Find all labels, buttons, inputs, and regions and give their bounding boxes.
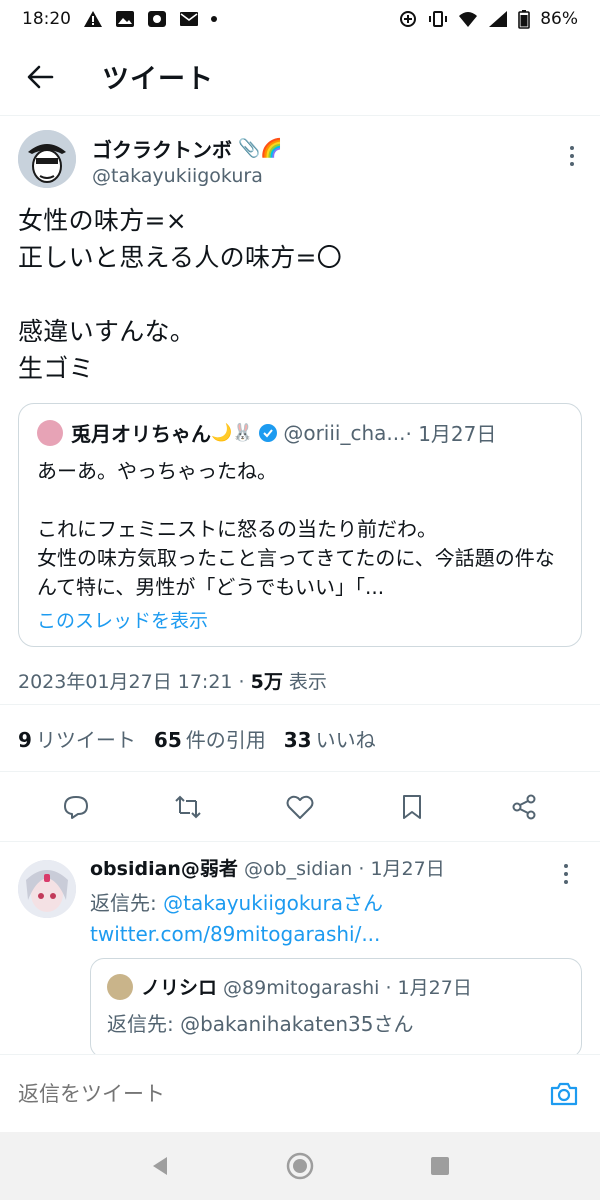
timestamp-text: 2023年01月27日 17:21 · bbox=[18, 671, 251, 693]
show-thread-link[interactable]: このスレッドを表示 bbox=[37, 606, 563, 633]
more-dot-icon bbox=[564, 880, 568, 884]
reply-quote-text: 返信先: @bakanihakaten35さん bbox=[107, 1012, 414, 1036]
reply-compose-input[interactable] bbox=[18, 1081, 546, 1106]
camera-button[interactable] bbox=[546, 1076, 582, 1112]
author-row: ゴクラクトンボ 📎🌈 @takayukiigokura bbox=[18, 130, 584, 194]
system-nav-bar bbox=[0, 1132, 600, 1200]
reply-quote-header: ノリシロ @89mitogarashi · 1月27日 bbox=[107, 973, 565, 1000]
bookmark-icon bbox=[403, 794, 421, 819]
more-dot-icon bbox=[570, 162, 574, 166]
battery-percent: 86% bbox=[540, 9, 578, 29]
quotes-count: 65 bbox=[153, 727, 182, 752]
reply-to: 返信先: @takayukiigokuraさん bbox=[90, 887, 584, 916]
nav-back-icon bbox=[153, 1157, 167, 1175]
nav-home-button[interactable] bbox=[280, 1146, 320, 1186]
nav-back-button[interactable] bbox=[140, 1146, 180, 1186]
more-options-button[interactable] bbox=[560, 144, 584, 168]
display-name[interactable]: ゴクラクトンボ 📎🌈 bbox=[92, 134, 283, 163]
retweets-stat[interactable]: 9 リツイート bbox=[18, 724, 136, 753]
more-dot-icon bbox=[570, 154, 574, 158]
reply-header: obsidian@弱者 @ob_sidian · 1月27日 bbox=[90, 854, 584, 881]
quoted-name-emoji: 🌙🐰 bbox=[211, 422, 254, 443]
avatar-illustration bbox=[18, 130, 76, 188]
retweets-count: 9 bbox=[18, 727, 32, 752]
reply-handle: @ob_sidian · 1月27日 bbox=[243, 858, 445, 880]
reply-avatar[interactable] bbox=[18, 860, 76, 918]
quoted-text: あーあ。やっちゃったね。 これにフェミニストに怒るの当たり前だわ。 女性の味方気… bbox=[37, 459, 555, 599]
more-dot-icon bbox=[564, 864, 568, 868]
compose-bar bbox=[0, 1054, 600, 1132]
header: ツイート bbox=[0, 38, 600, 116]
retweet-icon bbox=[175, 795, 201, 818]
camera-icon bbox=[550, 1082, 578, 1105]
page-title: ツイート bbox=[102, 64, 214, 95]
tweet-stats: 9 リツイート 65 件の引用 33 いいね bbox=[0, 704, 600, 772]
quoted-tweet-header: 兎月オリちゃん 🌙🐰 @oriii_cha... · 1月27日 bbox=[37, 418, 563, 447]
status-time: 18:20 bbox=[22, 9, 71, 29]
action-bar bbox=[0, 772, 600, 842]
status-bar: 18:20 86% bbox=[0, 0, 600, 38]
nav-recents-button[interactable] bbox=[420, 1146, 460, 1186]
reply-display-name[interactable]: obsidian@弱者 bbox=[90, 854, 238, 881]
warning-icon bbox=[84, 11, 102, 27]
nav-recents-icon bbox=[431, 1157, 449, 1175]
quotes-label: 件の引用 bbox=[185, 727, 266, 752]
views-label: 表示 bbox=[282, 671, 327, 693]
reply-url-link[interactable]: twitter.com/89mitogarashi/... bbox=[90, 922, 584, 946]
quoted-tweet[interactable]: 兎月オリちゃん 🌙🐰 @oriii_cha... · 1月27日 あーあ。やっち… bbox=[18, 403, 582, 647]
wifi-icon bbox=[459, 12, 478, 27]
dot-icon bbox=[211, 16, 217, 22]
more-dot-icon bbox=[564, 872, 568, 876]
timestamp: 2023年01月27日 17:21 · 5万 表示 bbox=[18, 667, 584, 694]
reply-tweet[interactable]: obsidian@弱者 @ob_sidian · 1月27日 返信先: @tak… bbox=[18, 854, 584, 1058]
share-icon bbox=[512, 794, 536, 819]
like-icon bbox=[286, 795, 314, 819]
reply-quoted-tweet[interactable]: ノリシロ @89mitogarashi · 1月27日 返信先: @bakani… bbox=[90, 958, 582, 1058]
verified-badge-icon bbox=[259, 423, 278, 442]
reply-quote-handle: @89mitogarashi · 1月27日 bbox=[223, 977, 472, 999]
quoted-date: · 1月27日 bbox=[405, 422, 497, 446]
likes-label: いいね bbox=[315, 727, 376, 752]
battery-icon bbox=[518, 10, 531, 29]
reply-button[interactable] bbox=[56, 787, 96, 827]
name-emoji: 📎🌈 bbox=[238, 138, 283, 159]
retweets-label: リツイート bbox=[35, 727, 136, 752]
tweet-text: 女性の味方=× 正しいと思える人の味方=〇 感違いすんな。 生ゴミ bbox=[18, 206, 343, 383]
mail-icon bbox=[180, 12, 198, 26]
vibrate-icon bbox=[429, 11, 448, 27]
views-count: 5万 bbox=[250, 671, 283, 693]
reply-quote-avatar bbox=[107, 973, 133, 1000]
reply-more-options-button[interactable] bbox=[554, 862, 578, 886]
avatar[interactable] bbox=[18, 130, 76, 188]
signal-icon bbox=[489, 11, 508, 27]
quoted-display-name: 兎月オリちゃん bbox=[71, 422, 211, 446]
likes-count: 33 bbox=[283, 727, 312, 752]
share-button[interactable] bbox=[504, 787, 544, 827]
back-arrow-icon bbox=[27, 65, 54, 88]
quotes-stat[interactable]: 65 件の引用 bbox=[154, 724, 266, 753]
quoted-handle: @oriii_cha... bbox=[283, 420, 406, 445]
more-dot-icon bbox=[570, 146, 574, 150]
nav-home-icon bbox=[286, 1152, 314, 1180]
reply-to-mention[interactable]: @takayukiigokuraさん bbox=[163, 891, 383, 915]
user-handle[interactable]: @takayukiigokura bbox=[92, 165, 283, 187]
app-icon bbox=[148, 11, 166, 27]
back-button[interactable] bbox=[10, 47, 70, 107]
retweet-button[interactable] bbox=[168, 787, 208, 827]
like-button[interactable] bbox=[280, 787, 320, 827]
data-saver-icon bbox=[400, 11, 417, 27]
reply-icon bbox=[64, 795, 88, 819]
reply-avatar-illustration bbox=[18, 860, 76, 918]
bookmark-button[interactable] bbox=[392, 787, 432, 827]
main-tweet: ゴクラクトンボ 📎🌈 @takayukiigokura 女性の味方=× 正しいと… bbox=[18, 130, 584, 694]
reply-to-prefix: 返信先: bbox=[90, 891, 164, 915]
image-icon bbox=[116, 11, 134, 27]
reply-quote-display-name: ノリシロ bbox=[141, 977, 218, 999]
likes-stat[interactable]: 33 いいね bbox=[284, 724, 376, 753]
quoted-avatar bbox=[37, 419, 63, 446]
display-name-text: ゴクラクトンボ bbox=[92, 138, 232, 162]
